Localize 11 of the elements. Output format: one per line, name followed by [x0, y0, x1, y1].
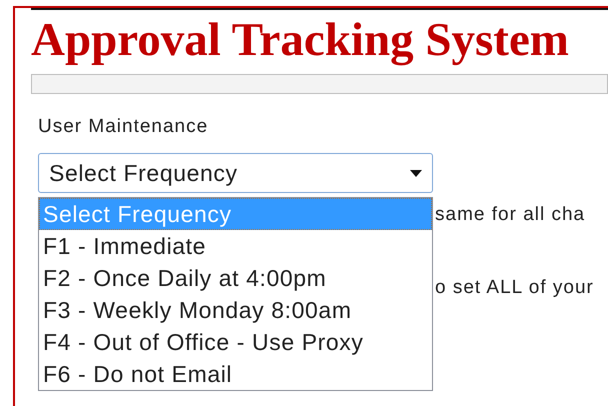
caret-icon	[410, 170, 422, 176]
description-text: same for all cha	[435, 203, 586, 227]
dropdown-option[interactable]: F3 - Weekly Monday 8:00am	[39, 294, 432, 326]
frequency-select[interactable]: Select Frequency	[38, 153, 433, 193]
dropdown-option[interactable]: F6 - Do not Email	[39, 358, 432, 390]
description-text: o set ALL of your	[435, 276, 595, 300]
page-title: Approval Tracking System	[31, 16, 570, 64]
section-label: User Maintenance	[38, 116, 210, 138]
dropdown-option[interactable]: F1 - Immediate	[39, 230, 432, 262]
dropdown-option[interactable]: F4 - Out of Office - Use Proxy	[39, 326, 432, 358]
dropdown-option[interactable]: F2 - Once Daily at 4:00pm	[39, 262, 432, 294]
